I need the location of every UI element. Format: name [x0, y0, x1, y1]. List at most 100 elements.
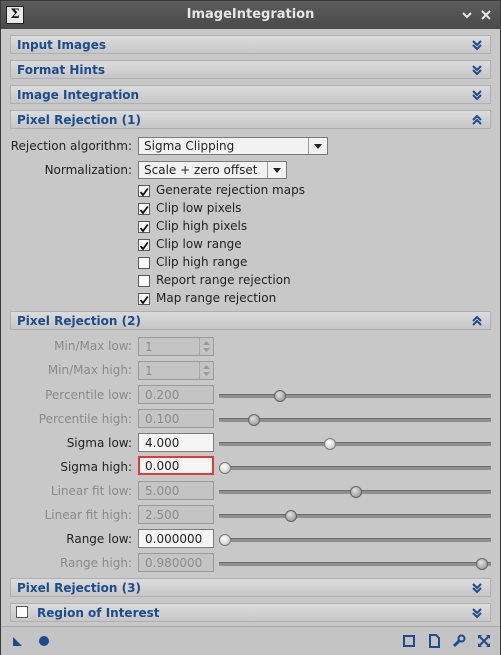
slider-handle[interactable]	[350, 486, 362, 498]
slider-handle[interactable]	[475, 558, 488, 570]
checkbox[interactable]	[138, 221, 150, 233]
checkbox-label: Clip low pixels	[156, 201, 242, 215]
field-value: 0.200	[145, 388, 180, 402]
expand-chevron-icon[interactable]	[471, 582, 483, 594]
field-value: 0.000	[145, 459, 180, 473]
slider-handle[interactable]	[219, 534, 231, 546]
spin-arrows-icon	[199, 338, 213, 355]
checkbox[interactable]	[138, 239, 150, 251]
section-image-integration[interactable]: Image Integration	[10, 85, 491, 104]
section-title: Region of Interest	[37, 606, 160, 620]
percentile-low-slider[interactable]	[219, 390, 491, 402]
minmax-low-spinbox: 1	[138, 337, 214, 356]
region-of-interest-checkbox[interactable]	[16, 606, 28, 618]
spinbox-value: 1	[145, 340, 153, 354]
window-title: ImageIntegration	[186, 7, 315, 22]
spin-arrows-icon	[199, 362, 213, 379]
checkbox[interactable]	[138, 203, 150, 215]
checkbox[interactable]	[138, 257, 150, 269]
apply-global-circle-icon[interactable]	[37, 634, 51, 648]
linear-fit-high-label: Linear fit high:	[44, 508, 132, 522]
section-format-hints[interactable]: Format Hints	[10, 60, 491, 79]
title-bar[interactable]: Σ ImageIntegration	[1, 1, 500, 29]
sigma-low-slider[interactable]	[219, 438, 491, 450]
field-value: 4.000	[145, 436, 180, 450]
section-input-images[interactable]: Input Images	[10, 35, 491, 54]
linear-fit-high-slider[interactable]	[219, 510, 491, 522]
expand-chevron-icon[interactable]	[471, 607, 483, 619]
expand-chevron-icon[interactable]	[471, 64, 483, 76]
checkmark-icon	[139, 187, 149, 197]
checkbox-label: Generate rejection maps	[156, 183, 305, 197]
section-pixel-rejection-2[interactable]: Pixel Rejection (2)	[10, 311, 491, 330]
chevron-down-icon[interactable]	[308, 138, 327, 154]
process-panel: Input Images Format Hints Image Integrat…	[1, 29, 500, 626]
range-low-label: Range low:	[66, 532, 132, 546]
preferences-wrench-icon[interactable]	[452, 634, 466, 648]
checkmark-icon	[139, 295, 149, 305]
linear-fit-low-label: Linear fit low:	[50, 484, 132, 498]
linear-fit-low-field: 5.000	[138, 481, 214, 500]
section-title: Format Hints	[17, 63, 105, 77]
collapse-chevron-icon[interactable]	[471, 114, 483, 126]
section-title: Pixel Rejection (2)	[17, 314, 141, 328]
expand-chevron-icon[interactable]	[471, 89, 483, 101]
slider-handle[interactable]	[323, 438, 336, 450]
reset-icon[interactable]	[477, 634, 491, 648]
normalization-label: Normalization:	[44, 163, 132, 177]
checkmark-icon	[139, 223, 149, 233]
checkbox[interactable]	[138, 293, 150, 305]
sigma-low-field[interactable]: 4.000	[138, 433, 214, 452]
sigma-low-label: Sigma low:	[66, 436, 132, 450]
section-title: Image Integration	[17, 88, 140, 102]
range-low-field[interactable]: 0.000000	[138, 529, 214, 548]
minmax-low-label: Min/Max low:	[54, 339, 132, 353]
new-instance-triangle-icon[interactable]	[11, 634, 25, 648]
sigma-high-slider[interactable]	[219, 462, 491, 474]
bottom-toolbar	[1, 626, 500, 655]
checkbox-label: Clip high pixels	[156, 219, 248, 233]
percentile-low-label: Percentile low:	[45, 388, 132, 402]
section-region-of-interest[interactable]: Region of Interest	[10, 603, 491, 622]
range-high-slider[interactable]	[219, 558, 491, 570]
spinbox-value: 1	[145, 364, 153, 378]
combobox-value: Scale + zero offset	[144, 163, 258, 177]
minmax-high-spinbox: 1	[138, 361, 214, 380]
section-title: Pixel Rejection (3)	[17, 581, 141, 595]
range-low-slider[interactable]	[219, 534, 491, 546]
shade-icon[interactable]	[460, 8, 474, 22]
checkbox-label: Clip low range	[156, 237, 242, 251]
sigma-high-field[interactable]: 0.000	[138, 456, 214, 475]
percentile-low-field: 0.200	[138, 385, 214, 404]
expand-chevron-icon[interactable]	[471, 39, 483, 51]
section-pixel-rejection-1[interactable]: Pixel Rejection (1)	[10, 110, 491, 129]
section-pixel-rejection-3[interactable]: Pixel Rejection (3)	[10, 578, 491, 597]
edit-instance-icon[interactable]	[427, 634, 441, 648]
checkbox[interactable]	[138, 275, 150, 287]
slider-handle[interactable]	[247, 414, 260, 426]
checkmark-icon	[139, 205, 149, 215]
close-icon[interactable]	[479, 8, 493, 22]
chevron-down-icon[interactable]	[267, 162, 286, 178]
checkbox-label: Report range rejection	[156, 273, 291, 287]
rejection-algorithm-combobox[interactable]: Sigma Clipping	[138, 137, 328, 155]
linear-fit-high-field: 2.500	[138, 505, 214, 524]
checkbox[interactable]	[138, 185, 150, 197]
percentile-high-field: 0.100	[138, 409, 214, 428]
slider-handle[interactable]	[274, 390, 287, 402]
percentile-high-label: Percentile high:	[38, 412, 132, 426]
field-value: 2.500	[145, 508, 180, 522]
combobox-value: Sigma Clipping	[144, 139, 235, 153]
linear-fit-low-slider[interactable]	[219, 486, 491, 498]
field-value: 0.100	[145, 412, 180, 426]
browse-documentation-icon[interactable]	[402, 634, 416, 648]
slider-handle[interactable]	[219, 462, 231, 474]
percentile-high-slider[interactable]	[219, 414, 491, 426]
field-value: 5.000	[145, 484, 180, 498]
collapse-chevron-icon[interactable]	[471, 315, 483, 327]
normalization-combobox[interactable]: Scale + zero offset	[138, 161, 287, 179]
field-value: 0.980000	[145, 556, 203, 570]
minmax-high-label: Min/Max high:	[47, 363, 132, 377]
slider-handle[interactable]	[284, 510, 297, 522]
section-title: Input Images	[17, 38, 106, 52]
